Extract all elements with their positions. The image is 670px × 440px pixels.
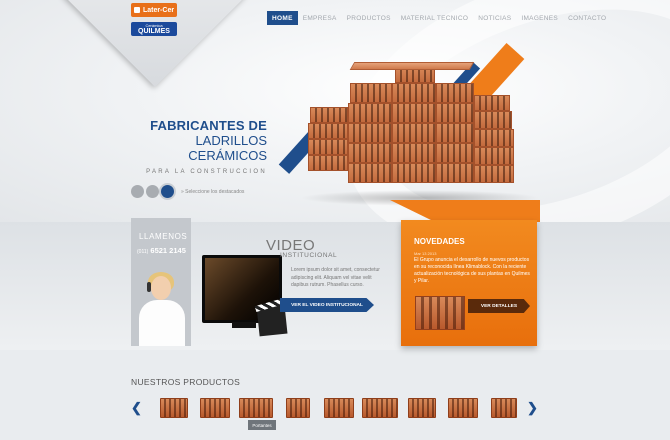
hero-title: FABRICANTES DE LADRILLOS CERÁMICOS PARA … xyxy=(130,118,267,175)
nav-imagenes[interactable]: IMAGENES xyxy=(516,11,563,25)
quilmes-logo[interactable]: Cerámica QUILMES xyxy=(131,22,177,36)
brick-block xyxy=(348,163,392,183)
brick-block xyxy=(348,143,392,163)
logo-mark-icon xyxy=(133,7,140,13)
brick-block xyxy=(436,143,474,163)
brick-block xyxy=(392,163,436,183)
brick-block xyxy=(474,147,514,165)
brick-block xyxy=(392,83,436,103)
hero-title-line2: LADRILLOS CERÁMICOS xyxy=(188,133,267,163)
carousel-prev-icon[interactable]: ❮ xyxy=(131,401,142,415)
slider-dot-2[interactable] xyxy=(146,185,159,198)
main-nav: HOME EMPRESA PRODUCTOS MATERIAL TECNICO … xyxy=(267,11,611,25)
news-brick-image xyxy=(415,296,465,330)
products-title: NUESTROS PRODUCTOS xyxy=(131,377,241,387)
nav-contacto[interactable]: CONTACTO xyxy=(563,11,611,25)
watch-video-button[interactable]: VER EL VIDEO INSTITUCIONAL xyxy=(280,298,374,312)
product-thumbnail[interactable] xyxy=(324,398,354,418)
nav-empresa[interactable]: EMPRESA xyxy=(298,11,342,25)
product-thumbnail[interactable] xyxy=(285,398,310,418)
brick-block xyxy=(436,123,474,143)
brick-block xyxy=(348,103,392,123)
product-tooltip: Portantes xyxy=(248,420,276,430)
brick-block xyxy=(474,111,512,129)
brick-block xyxy=(474,129,514,147)
nav-productos[interactable]: PRODUCTOS xyxy=(342,11,396,25)
brick-block xyxy=(474,95,510,111)
slider-pagination: » Seleccione los destacados xyxy=(131,185,244,198)
video-subtitle: INSTITUCIONAL xyxy=(280,252,338,259)
brick-block xyxy=(350,83,392,103)
brick-block xyxy=(392,143,436,163)
product-thumbnail[interactable] xyxy=(200,398,230,418)
nav-material-tecnico[interactable]: MATERIAL TECNICO xyxy=(396,11,474,25)
phone-digits: 6521 2145 xyxy=(150,246,186,255)
brick-block xyxy=(392,103,436,123)
news-details-button[interactable]: VER DETALLES xyxy=(468,299,530,313)
brick-block xyxy=(392,123,436,143)
news-text: El Grupo anuncia el desarrollo de nuevos… xyxy=(414,257,530,284)
brick-block xyxy=(474,165,514,183)
product-thumbnail[interactable] xyxy=(239,398,274,418)
nav-home[interactable]: HOME xyxy=(267,11,298,25)
call-us-label: LLAMENOS xyxy=(139,232,188,241)
news-title: NOVEDADES xyxy=(414,237,465,246)
hero-title-line1: FABRICANTES DE xyxy=(150,118,267,133)
brick-block xyxy=(436,103,474,123)
brick-block xyxy=(436,163,474,183)
product-thumbnail[interactable] xyxy=(491,398,518,418)
headset-icon xyxy=(147,282,151,292)
slider-dot-1[interactable] xyxy=(131,185,144,198)
brick-block xyxy=(436,83,474,103)
brick-stack-top xyxy=(349,62,475,70)
video-description: Lorem ipsum dolor sit amet, consectetur … xyxy=(291,267,380,288)
latercer-logo[interactable]: Later-Cer xyxy=(131,3,177,17)
carousel-next-icon[interactable]: ❯ xyxy=(527,401,538,415)
phone-number[interactable]: (011) 6521 2145 xyxy=(137,246,186,255)
tv-stand xyxy=(232,322,256,328)
slider-dot-3[interactable] xyxy=(161,185,174,198)
product-thumbnail[interactable] xyxy=(362,398,399,418)
nav-noticias[interactable]: NOTICIAS xyxy=(473,11,516,25)
product-thumbnail[interactable] xyxy=(407,398,436,418)
call-us-panel: LLAMENOS (011) 6521 2145 xyxy=(131,218,191,346)
brick-block xyxy=(308,139,348,155)
operator-torso xyxy=(139,300,185,346)
products-carousel: ❮ ❯ xyxy=(131,394,538,424)
slider-caption: » Seleccione los destacados xyxy=(181,188,245,195)
video-section-title: VIDEO INSTITUCIONAL xyxy=(266,237,337,259)
phone-prefix: (011) xyxy=(137,249,149,255)
operator-face xyxy=(151,276,171,300)
product-thumbnail[interactable] xyxy=(448,398,478,418)
product-thumbnail[interactable] xyxy=(159,398,188,418)
brick-block xyxy=(308,123,348,139)
brick-block xyxy=(310,107,348,123)
brick-block xyxy=(348,123,392,143)
brick-block xyxy=(308,155,348,171)
news-panel: NOVEDADES Mar 13 2013 El Grupo anuncia e… xyxy=(401,220,537,346)
hero-title-line3: PARA LA CONSTRUCCION xyxy=(146,169,267,175)
news-date: Mar 13 2013 xyxy=(414,251,437,256)
operator-photo xyxy=(137,270,187,346)
